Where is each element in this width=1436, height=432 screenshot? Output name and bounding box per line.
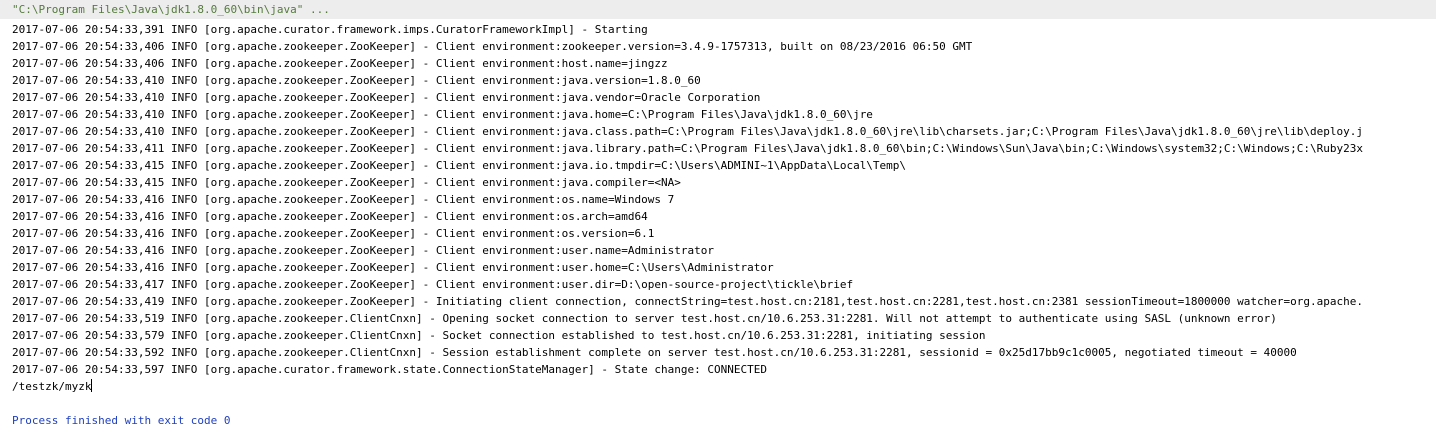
command-line: "C:\Program Files\Java\jdk1.8.0_60\bin\j…	[0, 0, 1436, 19]
log-line: 2017-07-06 20:54:33,416 INFO [org.apache…	[12, 227, 655, 240]
log-line: 2017-07-06 20:54:33,416 INFO [org.apache…	[12, 210, 648, 223]
program-output-text: /testzk/myzk	[12, 380, 92, 393]
log-line: 2017-07-06 20:54:33,419 INFO [org.apache…	[12, 295, 1364, 308]
log-line: 2017-07-06 20:54:33,416 INFO [org.apache…	[12, 244, 714, 257]
log-line: 2017-07-06 20:54:33,592 INFO [org.apache…	[12, 346, 1297, 359]
program-output-line[interactable]: /testzk/myzk	[0, 378, 1436, 395]
log-line: 2017-07-06 20:54:33,406 INFO [org.apache…	[12, 57, 668, 70]
log-line: 2017-07-06 20:54:33,579 INFO [org.apache…	[12, 329, 986, 342]
log-line: 2017-07-06 20:54:33,410 INFO [org.apache…	[12, 108, 873, 121]
log-line: 2017-07-06 20:54:33,417 INFO [org.apache…	[12, 278, 854, 291]
log-line: 2017-07-06 20:54:33,416 INFO [org.apache…	[12, 261, 774, 274]
log-line: 2017-07-06 20:54:33,415 INFO [org.apache…	[12, 176, 681, 189]
console-output-panel[interactable]: "C:\Program Files\Java\jdk1.8.0_60\bin\j…	[0, 0, 1436, 432]
log-line: 2017-07-06 20:54:33,597 INFO [org.apache…	[12, 363, 767, 376]
exit-message: Process finished with exit code 0	[12, 414, 231, 427]
log-line: 2017-07-06 20:54:33,410 INFO [org.apache…	[12, 91, 761, 104]
log-line: 2017-07-06 20:54:33,406 INFO [org.apache…	[12, 40, 973, 53]
log-line: 2017-07-06 20:54:33,519 INFO [org.apache…	[12, 312, 1277, 325]
log-line: 2017-07-06 20:54:33,410 INFO [org.apache…	[12, 74, 701, 87]
log-line: 2017-07-06 20:54:33,415 INFO [org.apache…	[12, 159, 907, 172]
text-cursor	[91, 379, 93, 392]
log-line: 2017-07-06 20:54:33,410 INFO [org.apache…	[12, 125, 1364, 138]
log-line: 2017-07-06 20:54:33,411 INFO [org.apache…	[12, 142, 1364, 155]
log-line: 2017-07-06 20:54:33,391 INFO [org.apache…	[12, 23, 648, 36]
log-line: 2017-07-06 20:54:33,416 INFO [org.apache…	[12, 193, 675, 206]
log-lines: 2017-07-06 20:54:33,391 INFO [org.apache…	[0, 19, 1436, 378]
